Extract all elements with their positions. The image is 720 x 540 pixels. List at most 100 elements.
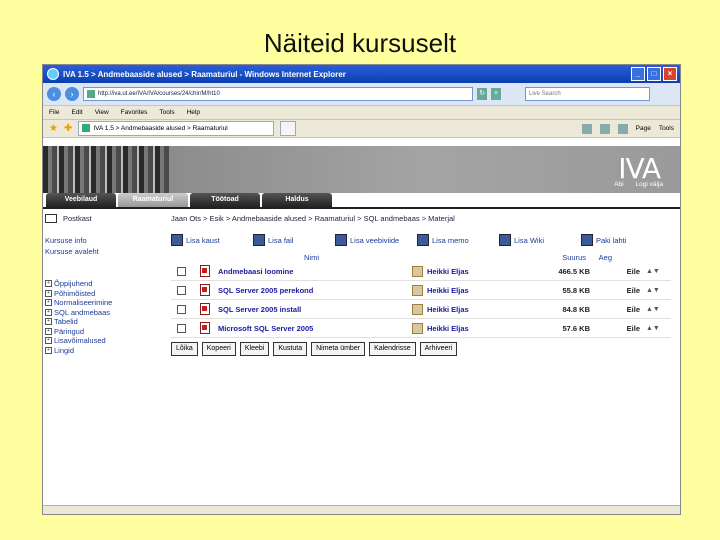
back-icon[interactable]: ‹ — [47, 87, 61, 101]
table-row: SQL Server 2005 perekond Heikki Eljas 55… — [171, 281, 671, 300]
sort-arrows-icon[interactable]: ▲▼ — [646, 287, 660, 294]
slide-title: Näiteid kursuselt — [263, 28, 457, 58]
menu-favorites[interactable]: Favorites — [121, 109, 148, 116]
new-tab-button[interactable] — [280, 121, 297, 136]
tree-item[interactable]: + Tabelid — [45, 317, 155, 327]
home-icon[interactable] — [581, 123, 592, 134]
paste-button[interactable]: Kleebi — [239, 342, 270, 356]
unpack-button[interactable]: Paki lahti — [581, 234, 657, 246]
col-name[interactable]: Nimi — [214, 253, 518, 262]
tab-raamaturiul[interactable]: Raamaturiul — [118, 193, 188, 207]
tree-item[interactable]: + SQL andmebaas — [45, 308, 155, 318]
tab-haldus[interactable]: Haldus — [262, 193, 332, 207]
row-checkbox[interactable] — [177, 285, 186, 295]
author-link[interactable]: Heikki Eljas — [427, 324, 469, 333]
expand-icon[interactable]: + — [45, 299, 52, 307]
delete-button[interactable]: Kustuta — [273, 342, 308, 356]
author-link[interactable]: Heikki Eljas — [427, 267, 469, 276]
expand-icon[interactable]: + — [45, 308, 52, 316]
row-checkbox[interactable] — [177, 266, 186, 276]
close-button[interactable]: × — [663, 67, 677, 81]
feeds-icon[interactable] — [599, 123, 610, 134]
folder-icon — [171, 234, 183, 246]
address-field[interactable]: http://iva.ut.ee/IVA/IVA/courses/24/chir… — [83, 87, 473, 101]
tree-item[interactable]: + Normaliseerimine — [45, 298, 155, 308]
tools-menu[interactable]: Tools — [659, 125, 674, 132]
status-bar — [43, 505, 680, 514]
minimize-button[interactable]: _ — [631, 67, 645, 81]
tree-item-label: SQL andmebaas — [54, 307, 111, 317]
tab-tootoad[interactable]: Töötoad — [190, 193, 260, 207]
sort-arrows-icon[interactable]: ▲▼ — [646, 306, 660, 313]
user-icon — [412, 265, 423, 277]
add-to-calendar-button[interactable]: Kalendrisse — [369, 342, 416, 356]
sort-arrows-icon[interactable]: ▲▼ — [646, 268, 660, 275]
tree-item[interactable]: + Lisavõimalused — [45, 336, 155, 346]
page-content: IVA Veebilaud Raamaturiul Töötoad Haldus… — [43, 138, 680, 494]
sidebar-link-course-info[interactable]: Kursuse info — [45, 235, 155, 246]
file-name-link[interactable]: SQL Server 2005 perekond — [218, 286, 412, 295]
add-wiki-button[interactable]: Lisa Wiki — [499, 234, 575, 246]
tree-item[interactable]: + Õppijuhend — [45, 279, 155, 289]
page-menu[interactable]: Page — [636, 125, 651, 132]
help-link[interactable]: Abi — [614, 181, 623, 188]
author-link[interactable]: Heikki Eljas — [427, 286, 469, 295]
rename-button[interactable]: Nimeta ümber — [311, 342, 366, 356]
sidebar-postkast[interactable]: Postkast — [45, 214, 155, 223]
favorites-star-icon[interactable]: ★ — [49, 123, 58, 134]
expand-icon[interactable]: + — [45, 327, 52, 335]
tab-veebilaud[interactable]: Veebilaud — [46, 193, 116, 207]
table-header: Nimi Suurus Aeg — [171, 250, 671, 262]
tree-item[interactable]: + Lingid — [45, 346, 155, 356]
forward-icon[interactable]: › — [65, 87, 79, 101]
add-file-button[interactable]: Lisa fail — [253, 234, 329, 246]
expand-icon[interactable]: + — [45, 337, 52, 345]
menu-edit[interactable]: Edit — [71, 109, 82, 116]
stop-icon[interactable]: × — [491, 88, 501, 100]
user-icon — [412, 303, 423, 315]
col-date[interactable]: Aeg — [586, 253, 636, 262]
expand-icon[interactable]: + — [45, 318, 52, 326]
file-name-link[interactable]: Andmebaasi loomine — [218, 267, 412, 276]
menu-help[interactable]: Help — [187, 109, 200, 116]
tree-item[interactable]: + Põhimõisted — [45, 289, 155, 299]
search-input[interactable]: Live Search — [525, 87, 650, 101]
nav-underline — [43, 207, 680, 209]
author-link[interactable]: Heikki Eljas — [427, 305, 469, 314]
add-folder-button[interactable]: Lisa kaust — [171, 234, 247, 246]
maximize-button[interactable]: □ — [647, 67, 661, 81]
menu-file[interactable]: File — [49, 109, 59, 116]
menu-view[interactable]: View — [95, 109, 109, 116]
add-favorites-icon[interactable]: ✚ — [64, 123, 72, 134]
breadcrumb[interactable]: Jaan Ots > Esik > Andmebaaside alused > … — [171, 214, 671, 226]
cut-button[interactable]: Lõika — [171, 342, 198, 356]
sidebar-link-course-home[interactable]: Kursuse avaleht — [45, 246, 155, 257]
row-checkbox[interactable] — [177, 323, 186, 333]
print-icon[interactable] — [617, 123, 628, 134]
col-size[interactable]: Suurus — [518, 253, 586, 262]
site-nav: Veebilaud Raamaturiul Töötoad Haldus Abi… — [43, 181, 680, 207]
browser-tab[interactable]: IVA 1.5 > Andmebaaside alused > Raamatur… — [78, 121, 275, 136]
books-image — [43, 146, 169, 193]
add-memo-button[interactable]: Lisa memo — [417, 234, 493, 246]
row-checkbox[interactable] — [177, 304, 186, 314]
file-name-link[interactable]: Microsoft SQL Server 2005 — [218, 324, 412, 333]
copy-button[interactable]: Kopeeri — [201, 342, 236, 356]
archive-button[interactable]: Arhiveeri — [419, 342, 458, 356]
user-icon — [412, 322, 423, 334]
sort-arrows-icon[interactable]: ▲▼ — [646, 325, 660, 332]
postkast-label: Postkast — [63, 214, 92, 223]
refresh-icon[interactable]: ↻ — [477, 88, 487, 100]
add-weblink-button[interactable]: Lisa veebiviide — [335, 234, 411, 246]
expand-icon[interactable]: + — [45, 289, 52, 297]
menu-tools[interactable]: Tools — [159, 109, 174, 116]
expand-icon[interactable]: + — [45, 346, 52, 354]
logout-link[interactable]: Logi välja — [636, 181, 663, 188]
window-titlebar: IVA 1.5 > Andmebaaside alused > Raamatur… — [43, 65, 680, 83]
page-icon — [87, 90, 95, 98]
tree-item[interactable]: + Päringud — [45, 327, 155, 337]
expand-icon[interactable]: + — [45, 280, 52, 288]
user-icon — [412, 284, 423, 296]
tree-item-label: Lisavõimalused — [54, 336, 106, 345]
file-name-link[interactable]: SQL Server 2005 install — [218, 305, 412, 314]
